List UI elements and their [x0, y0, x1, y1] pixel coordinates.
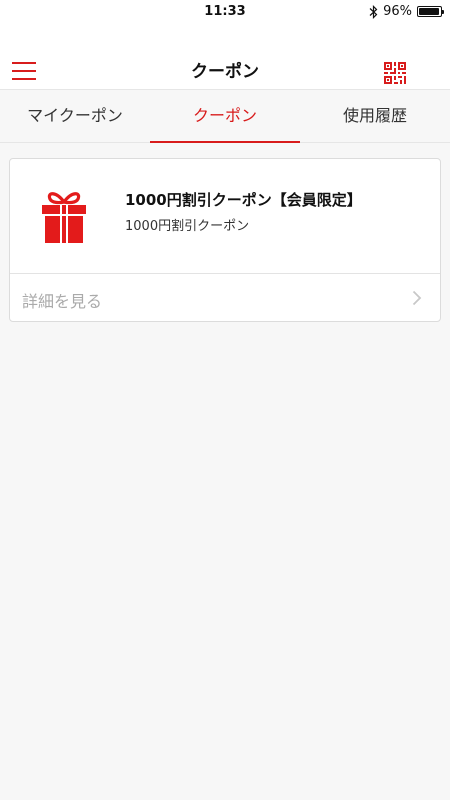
- gift-icon: [40, 189, 88, 243]
- qr-code-icon[interactable]: [384, 62, 406, 84]
- header: クーポン: [0, 24, 450, 90]
- coupon-card[interactable]: 1000円割引クーポン【会員限定】 1000円割引クーポン 詳細を見る: [9, 158, 441, 322]
- coupon-title: 1000円割引クーポン【会員限定】: [125, 191, 362, 209]
- status-bar: 11:33 96%: [0, 0, 450, 24]
- tab-coupons[interactable]: クーポン: [150, 90, 300, 143]
- battery-percent: 96%: [383, 4, 412, 19]
- view-details-label: 詳細を見る: [22, 292, 103, 311]
- bluetooth-icon: [369, 4, 378, 19]
- battery-fill: [419, 8, 439, 15]
- view-details-link[interactable]: 詳細を見る: [10, 274, 440, 322]
- tab-bar: マイクーポン クーポン 使用履歴: [0, 90, 450, 143]
- tab-usage-history[interactable]: 使用履歴: [300, 90, 450, 142]
- tab-my-coupons[interactable]: マイクーポン: [0, 90, 150, 142]
- page-title: クーポン: [191, 62, 259, 82]
- battery-icon: [417, 6, 444, 17]
- coupon-subtitle: 1000円割引クーポン: [125, 219, 250, 234]
- status-right: 96%: [369, 4, 444, 19]
- chevron-right-icon: [412, 290, 422, 306]
